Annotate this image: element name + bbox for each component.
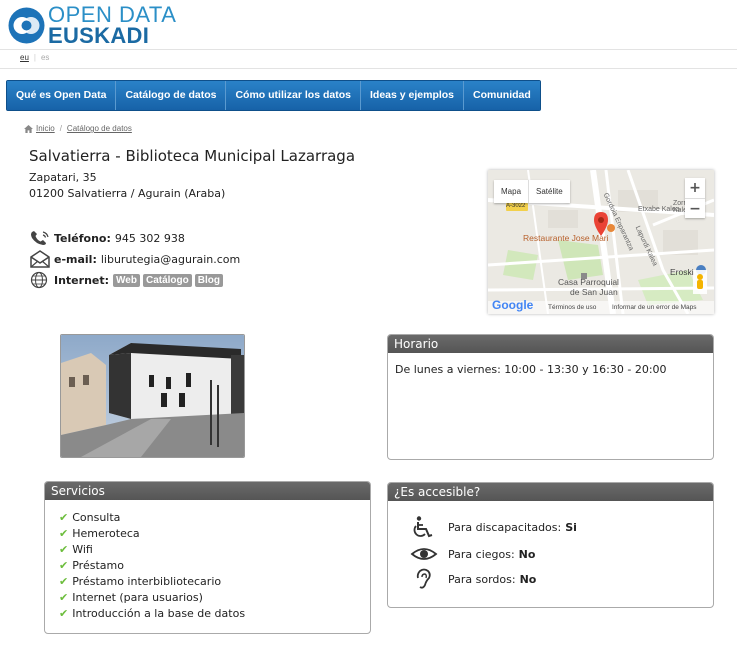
accessibility-row-disabled: Para discapacitados: Si (410, 516, 577, 538)
zoom-in-button[interactable]: + (685, 178, 705, 199)
check-icon: ✔ (59, 543, 69, 556)
address-city: 01200 Salvatierra / Agurain (Araba) (29, 187, 226, 200)
nav-que-es-open-data[interactable]: Qué es Open Data (7, 81, 117, 110)
contact-web-row: Internet: Web Catálogo Blog (29, 271, 226, 289)
map-poi-church-line1: Casa Parroquial (558, 277, 619, 287)
home-icon (24, 124, 33, 133)
map-zoom-control: + − (685, 178, 705, 218)
service-label: Hemeroteca (72, 527, 140, 540)
list-item: ✔ Préstamo (59, 558, 370, 574)
accessibility-row-deaf: Para sordos: No (410, 568, 536, 590)
email-label: e-mail: (54, 252, 97, 266)
servicios-panel: Servicios ✔ Consulta ✔ Hemeroteca ✔ Wifi ✔ P… (44, 481, 371, 634)
location-map[interactable]: A-3022 Restaurante Jose Mari Casa Parroq… (488, 170, 714, 314)
catalog-link-button[interactable]: Catálogo (142, 273, 192, 287)
map-road-label: A-3022 (506, 203, 526, 209)
nav-como-utilizar[interactable]: Cómo utilizar los datos (226, 81, 361, 110)
map-poi-church-line2: de San Juan (570, 287, 618, 297)
list-item: ✔ Introducción a la base de datos (59, 606, 370, 622)
eye-icon (410, 548, 438, 560)
map-type-satellite-button[interactable]: Satélite (529, 180, 570, 203)
list-item: ✔ Consulta (59, 510, 370, 526)
map-poi-restaurant: Restaurante Jose Mari (523, 233, 609, 243)
service-label: Préstamo interbibliotecario (72, 575, 222, 588)
check-icon: ✔ (59, 607, 69, 620)
google-logo[interactable]: Google (492, 298, 533, 312)
check-icon: ✔ (59, 527, 69, 540)
list-item: ✔ Préstamo interbibliotecario (59, 574, 370, 590)
envelope-icon (30, 250, 50, 268)
logo-mark-icon (8, 7, 45, 44)
accesibilidad-heading: ¿Es accesible? (388, 483, 713, 501)
contact-phone-row: Teléfono: 945 302 938 (29, 229, 185, 247)
servicios-heading: Servicios (45, 482, 370, 500)
accessibility-row-blind: Para ciegos: No (410, 543, 535, 565)
page-title: Salvatierra - Biblioteca Municipal Lazar… (29, 147, 356, 165)
check-icon: ✔ (59, 511, 69, 524)
nav-ideas-ejemplos[interactable]: Ideas y ejemplos (360, 81, 465, 110)
horario-panel: Horario De lunes a viernes: 10:00 - 13:3… (387, 334, 714, 460)
nav-comunidad[interactable]: Comunidad (464, 81, 540, 110)
phone-value: 945 302 938 (114, 231, 185, 245)
list-item: ✔ Internet (para usuarios) (59, 590, 370, 606)
accesibilidad-panel: ¿Es accesible? Para discapacitados: Si P… (387, 482, 714, 608)
service-label: Internet (para usuarios) (72, 591, 203, 604)
language-divider (0, 68, 737, 69)
web-link-button[interactable]: Web (113, 273, 140, 287)
library-photo-image (61, 335, 244, 457)
breadcrumb-separator: / (59, 124, 62, 133)
ear-icon (416, 568, 431, 589)
service-label: Consulta (72, 511, 121, 524)
library-photo (60, 334, 245, 458)
email-link[interactable]: liburutegia@agurain.com (101, 253, 240, 266)
map-type-control: Mapa Satélite (494, 180, 570, 203)
phone-label: Teléfono: (54, 231, 111, 245)
phone-icon (31, 231, 49, 245)
zoom-out-button[interactable]: − (685, 199, 705, 219)
list-item: ✔ Wifi (59, 542, 370, 558)
accessibility-label: Para ciegos: (448, 547, 515, 561)
lang-es-current: es (40, 53, 50, 62)
horario-text: De lunes a viernes: 10:00 - 13:30 y 16:3… (395, 363, 667, 376)
web-label: Internet: (54, 273, 110, 287)
open-data-euskadi-logo[interactable]: OPEN DATA EUSKADI (8, 4, 178, 48)
map-footer: Google Términos de uso Informar de un er… (488, 298, 714, 314)
accessibility-value: Si (565, 520, 577, 534)
logo-text-euskadi: EUSKADI (48, 23, 150, 48)
accessibility-value: No (519, 572, 537, 586)
check-icon: ✔ (59, 559, 69, 572)
check-icon: ✔ (59, 575, 69, 588)
map-type-map-button[interactable]: Mapa (494, 180, 530, 203)
lang-eu-link[interactable]: eu (20, 53, 29, 62)
globe-icon (30, 271, 48, 289)
list-item: ✔ Hemeroteca (59, 526, 370, 542)
service-label: Introducción a la base de datos (72, 607, 246, 620)
nav-catalogo-de-datos[interactable]: Catálogo de datos (116, 81, 227, 110)
servicios-list: ✔ Consulta ✔ Hemeroteca ✔ Wifi ✔ Préstamo ✔ P… (45, 500, 370, 622)
service-label: Préstamo (72, 559, 124, 572)
map-report-link[interactable]: Informar de un error de Maps (612, 304, 697, 311)
blog-link-button[interactable]: Blog (194, 273, 223, 287)
address-street: Zapatari, 35 (29, 171, 97, 184)
check-icon: ✔ (59, 591, 69, 604)
language-switcher: eu | es (20, 53, 49, 62)
map-terms-link[interactable]: Términos de uso (548, 304, 596, 311)
accessibility-value: No (518, 547, 536, 561)
breadcrumb-catalog-link[interactable]: Catálogo de datos (67, 124, 132, 133)
header-divider (0, 49, 737, 50)
contact-email-row: e-mail: liburutegia@agurain.com (29, 250, 240, 268)
accessibility-label: Para discapacitados: (448, 520, 562, 534)
main-nav: Qué es Open Data Catálogo de datos Cómo … (6, 80, 541, 111)
breadcrumb: Inicio / Catálogo de datos (24, 124, 132, 133)
lang-separator: | (33, 53, 36, 62)
accessibility-label: Para sordos: (448, 572, 516, 586)
service-label: Wifi (72, 543, 93, 556)
horario-heading: Horario (388, 335, 713, 353)
breadcrumb-home-link[interactable]: Inicio (36, 124, 55, 133)
map-poi-eroski: Eroski (670, 267, 694, 277)
wheelchair-icon (413, 516, 433, 538)
